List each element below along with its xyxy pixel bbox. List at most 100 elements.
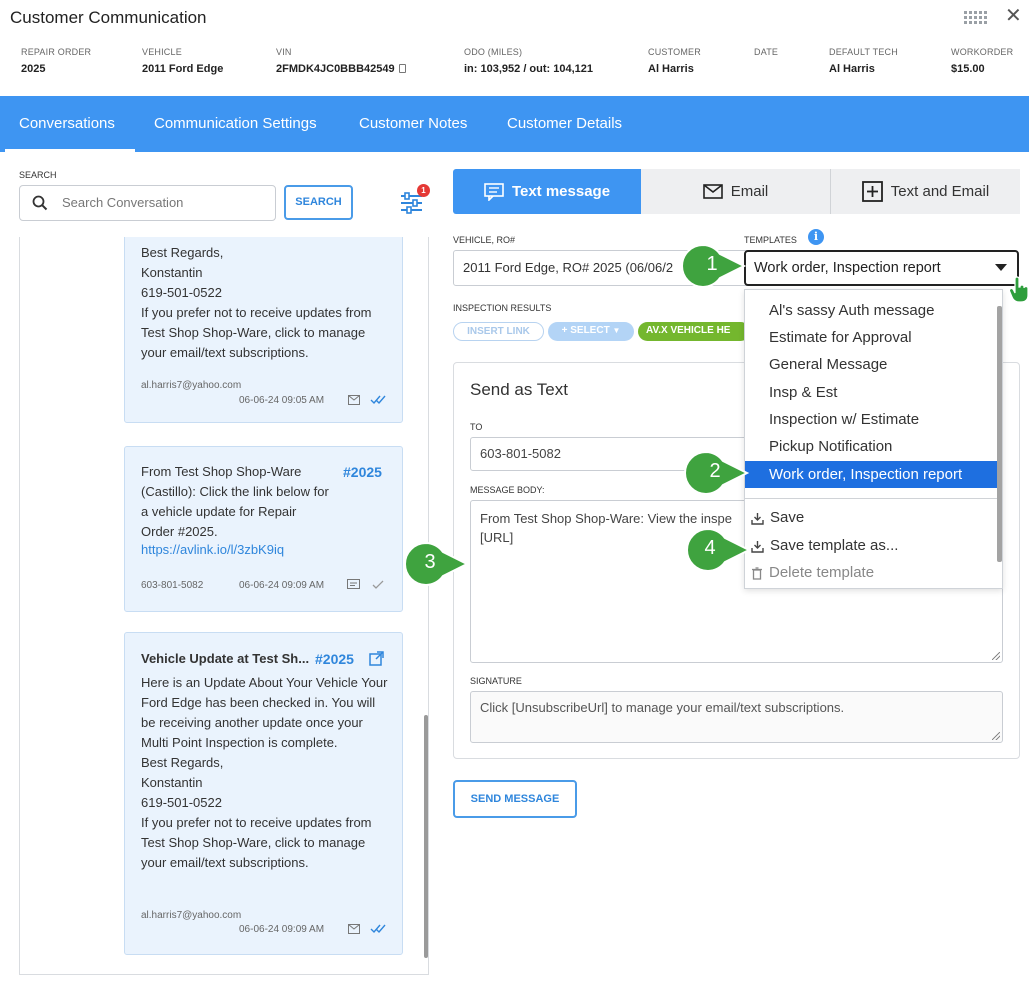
- active-tab-indicator: [5, 149, 135, 153]
- insert-link-button[interactable]: INSERT LINK: [453, 322, 544, 341]
- search-icon: [32, 195, 48, 211]
- template-option[interactable]: Insp & Est: [745, 379, 998, 406]
- tab-conversations[interactable]: Conversations: [19, 96, 115, 152]
- save-template-as-action[interactable]: Save template as...: [751, 534, 898, 558]
- search-input[interactable]: [60, 194, 260, 211]
- plus-box-icon: [861, 181, 883, 202]
- template-option[interactable]: Estimate for Approval: [745, 324, 998, 351]
- tab-customer-notes[interactable]: Customer Notes: [359, 96, 467, 152]
- repair-order-value: 2025: [21, 63, 46, 75]
- message-sender: al.harris7@yahoo.com: [141, 910, 242, 921]
- email-icon: [348, 924, 360, 934]
- message-body: Best Regards, Konstantin 619-501-0522 If…: [141, 245, 372, 360]
- search-label: SEARCH: [19, 170, 57, 180]
- dropdown-divider: [745, 498, 998, 499]
- vin-field: 2FMDK4JC0BBB42549: [276, 63, 406, 75]
- filter-count-badge: 1: [417, 184, 430, 197]
- default-tech-label: DEFAULT TECH: [829, 47, 898, 57]
- message-ro-link[interactable]: #2025: [315, 651, 354, 667]
- apps-grid-icon[interactable]: [964, 11, 990, 27]
- tab-communication-settings[interactable]: Communication Settings: [154, 96, 317, 152]
- callout-4-number: 4: [704, 537, 716, 559]
- email-label: Email: [730, 183, 769, 200]
- tab-customer-details[interactable]: Customer Details: [507, 96, 622, 152]
- resize-handle[interactable]: [992, 652, 1000, 660]
- callout-3-number: 3: [424, 551, 436, 573]
- search-box[interactable]: [19, 185, 276, 221]
- select-button[interactable]: + SELECT ▼: [548, 322, 634, 341]
- copy-icon[interactable]: [398, 64, 406, 73]
- select-label: + SELECT: [561, 325, 610, 336]
- email-tab[interactable]: Email: [641, 169, 830, 214]
- avx-vehicle-health-pill[interactable]: AV.X VEHICLE HE: [638, 322, 750, 341]
- double-check-icon: [370, 924, 386, 934]
- message-time: 06-06-24 09:05 AM: [239, 395, 325, 406]
- workorder-value: $15.00: [951, 63, 985, 75]
- close-icon[interactable]: ✕: [1005, 6, 1022, 26]
- vehicle-label: VEHICLE: [142, 47, 182, 57]
- send-title: Send as Text: [470, 380, 568, 399]
- template-option-selected[interactable]: Work order, Inspection report: [745, 461, 998, 488]
- dropdown-scrollbar[interactable]: [997, 306, 1002, 562]
- message-body-label: MESSAGE BODY:: [470, 485, 545, 495]
- template-option[interactable]: Al's sassy Auth message: [745, 297, 998, 324]
- vin-value: 2FMDK4JC0BBB42549: [276, 63, 395, 75]
- odo-value: in: 103,952 / out: 104,121: [464, 63, 594, 75]
- message-card[interactable]: Best Regards, Konstantin 619-501-0522 If…: [124, 237, 403, 423]
- conversation-scrollbar[interactable]: [424, 715, 428, 958]
- vehicle-ro-label: VEHICLE, RO#: [453, 235, 516, 245]
- message-body: From Test Shop Shop-Ware (Castillo): Cli…: [141, 464, 329, 539]
- message-sender: al.harris7@yahoo.com: [141, 380, 242, 391]
- text-and-email-tab[interactable]: Text and Email: [831, 169, 1020, 214]
- envelope-icon: [702, 184, 723, 199]
- email-icon: [348, 395, 360, 405]
- templates-dropdown[interactable]: Al's sassy Auth message Estimate for App…: [744, 289, 1003, 589]
- message-heading: Vehicle Update at Test Sh...: [141, 651, 310, 666]
- message-sender: 603-801-5082: [141, 580, 204, 591]
- external-link-icon[interactable]: [369, 651, 384, 666]
- callout-2-number: 2: [709, 460, 721, 482]
- signature-label: SIGNATURE: [470, 676, 522, 686]
- message-card[interactable]: Vehicle Update at Test Sh... #2025 Here …: [124, 632, 403, 955]
- default-tech-value: Al Harris: [829, 63, 875, 75]
- sms-icon: [347, 579, 360, 589]
- signature-text: Click [UnsubscribeUrl] to manage your em…: [480, 700, 845, 715]
- customer-label: CUSTOMER: [648, 47, 701, 57]
- callout-1-number: 1: [706, 253, 718, 275]
- to-label: TO: [470, 422, 483, 432]
- message-card[interactable]: From Test Shop Shop-Ware (Castillo): Cli…: [124, 446, 403, 612]
- hand-cursor-icon: [1008, 276, 1029, 303]
- message-body: Here is an Update About Your Vehicle You…: [141, 675, 388, 870]
- text-message-label: Text message: [511, 183, 611, 200]
- message-url-link[interactable]: https://avlink.io/l/3zbK9iq: [141, 542, 284, 557]
- inspection-results-label: INSPECTION RESULTS: [453, 303, 552, 313]
- message-ro-link[interactable]: #2025: [343, 464, 382, 480]
- delete-template-action[interactable]: Delete template: [751, 561, 874, 585]
- templates-select[interactable]: Work order, Inspection report: [744, 250, 1019, 286]
- message-time: 06-06-24 09:09 AM: [239, 580, 325, 591]
- check-icon: [372, 580, 384, 589]
- download-icon: [751, 512, 764, 525]
- text-message-tab[interactable]: Text message: [453, 169, 641, 214]
- chat-icon: [484, 182, 504, 201]
- save-as-label: Save template as...: [770, 537, 899, 554]
- double-check-icon: [370, 395, 386, 405]
- template-option[interactable]: Pickup Notification: [745, 433, 998, 460]
- template-option[interactable]: General Message: [745, 351, 998, 378]
- customer-value: Al Harris: [648, 63, 694, 75]
- search-button[interactable]: SEARCH: [284, 185, 353, 220]
- vehicle-value: 2011 Ford Edge: [142, 63, 224, 75]
- window-title: Customer Communication: [10, 8, 207, 27]
- signature-textarea[interactable]: Click [UnsubscribeUrl] to manage your em…: [470, 691, 1003, 743]
- conversation-list[interactable]: Best Regards, Konstantin 619-501-0522 If…: [19, 237, 429, 975]
- info-icon[interactable]: i: [808, 229, 824, 245]
- resize-handle[interactable]: [992, 732, 1000, 740]
- template-option[interactable]: Inspection w/ Estimate: [745, 406, 998, 433]
- send-message-button[interactable]: SEND MESSAGE: [453, 780, 577, 818]
- text-and-email-label: Text and Email: [890, 183, 990, 200]
- workorder-label: WORKORDER: [951, 47, 1014, 57]
- delete-label: Delete template: [769, 564, 875, 581]
- repair-order-label: REPAIR ORDER: [21, 47, 92, 57]
- date-label: DATE: [754, 47, 779, 57]
- caret-down-icon: [995, 264, 1007, 271]
